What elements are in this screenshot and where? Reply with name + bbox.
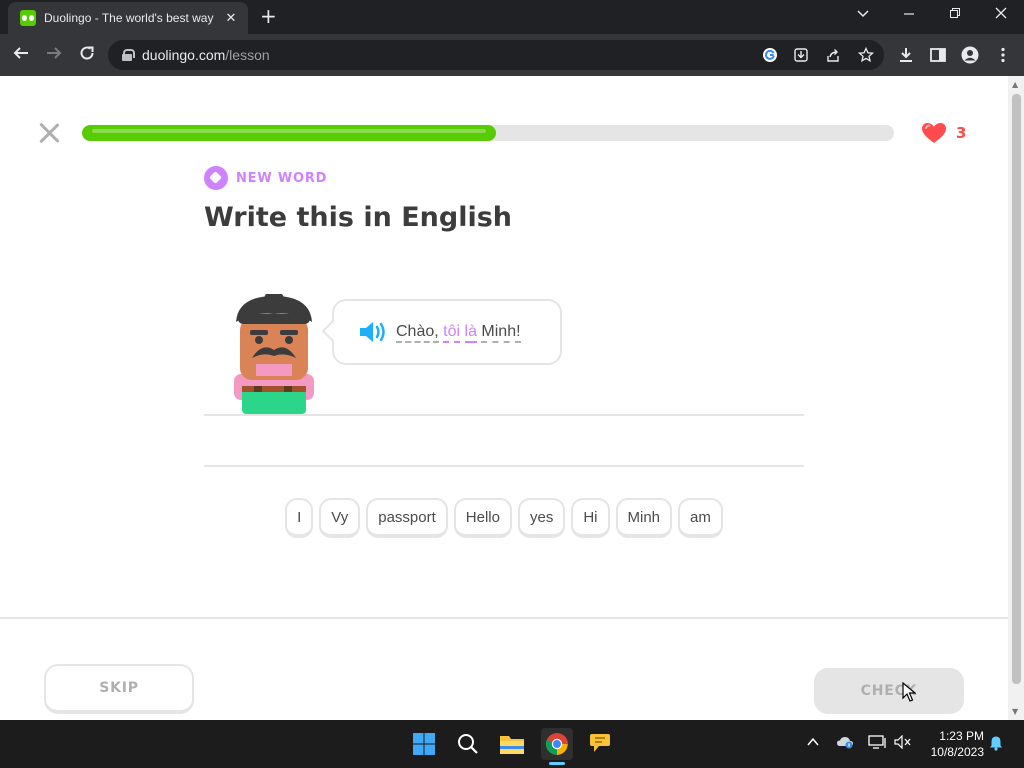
character-illustration (234, 294, 314, 414)
browser-tab[interactable]: Duolingo - The world's best way ✕ (8, 2, 248, 34)
lesson-progress-bar (82, 125, 894, 141)
prompt-speech-bubble: Chào, tôi là Minh! (332, 299, 562, 365)
check-button[interactable]: CHECK (814, 668, 964, 714)
heart-icon (922, 123, 946, 143)
word-bank-chip[interactable]: I (285, 498, 314, 538)
url-path: /lesson (225, 47, 270, 63)
browser-toolbar: duolingo.com /lesson (0, 34, 1024, 76)
word-bank-chip[interactable]: Hi (571, 498, 610, 538)
word-bank-chip[interactable]: yes (517, 498, 566, 538)
share-icon[interactable] (825, 47, 841, 67)
window-close-icon[interactable] (994, 6, 1008, 24)
url-host: duolingo.com (142, 47, 226, 63)
lesson-page: 3 NEW WORD Write this in English Chào, t… (0, 76, 1008, 720)
challenge-title: Write this in English (204, 202, 513, 233)
hearts-count: 3 (956, 124, 967, 142)
downloads-icon[interactable] (897, 46, 915, 68)
minimize-icon[interactable] (902, 6, 916, 24)
volume-muted-icon[interactable] (894, 734, 912, 753)
install-app-icon[interactable] (793, 47, 809, 67)
notification-bell-icon[interactable] (988, 735, 1004, 755)
menu-kebab-icon[interactable] (994, 46, 1012, 68)
answer-line-top (204, 414, 804, 416)
skip-button[interactable]: SKIP (44, 664, 194, 714)
sticky-notes-icon[interactable] (584, 728, 616, 760)
prompt-word[interactable]: Chào, (396, 323, 439, 343)
display-icon[interactable] (868, 735, 886, 753)
word-bank-chip[interactable]: Minh (615, 498, 673, 538)
footer-divider (0, 617, 1008, 619)
lesson-progress-fill (82, 125, 497, 141)
address-bar[interactable]: duolingo.com /lesson (108, 40, 884, 70)
taskbar-search-icon[interactable] (452, 728, 484, 760)
new-word-icon (204, 166, 228, 190)
word-bank: I Vy passport Hello yes Hi Minh am (0, 498, 1008, 538)
new-tab-button[interactable]: + (260, 6, 277, 26)
windows-taskbar: 1:23 PM 10/8/2023 (0, 720, 1024, 768)
scroll-up-icon[interactable]: ▲ (1012, 80, 1018, 89)
show-hidden-icons-icon[interactable] (806, 735, 820, 753)
onedrive-icon[interactable] (836, 735, 854, 753)
back-icon[interactable] (12, 44, 30, 67)
clock-time: 1:23 PM (939, 729, 984, 743)
google-lens-icon[interactable] (762, 47, 778, 67)
word-bank-chip[interactable]: am (678, 498, 723, 538)
chrome-taskbar-icon[interactable] (541, 728, 573, 760)
lock-icon[interactable] (122, 49, 135, 61)
prompt-sentence: Chào, tôi là Minh! (396, 323, 521, 343)
system-clock[interactable]: 1:23 PM 10/8/2023 (920, 728, 984, 760)
speaker-icon[interactable] (358, 320, 388, 344)
tab-search-icon[interactable] (856, 6, 870, 24)
side-panel-icon[interactable] (929, 46, 947, 68)
prompt-word[interactable]: tôi (443, 323, 461, 343)
restore-icon[interactable] (948, 6, 962, 24)
quit-lesson-close-icon[interactable] (38, 122, 60, 144)
active-app-indicator (549, 762, 565, 765)
duolingo-favicon-icon (20, 10, 36, 26)
answer-line-bottom (204, 465, 804, 467)
mouse-cursor-icon (902, 682, 916, 702)
profile-icon[interactable] (961, 46, 979, 68)
prompt-word[interactable]: là (464, 323, 477, 343)
scrollbar-thumb[interactable] (1012, 94, 1021, 684)
windows-start-icon[interactable] (408, 728, 440, 760)
reload-icon[interactable] (78, 44, 96, 67)
scroll-down-icon[interactable]: ▼ (1012, 707, 1018, 716)
new-word-label: NEW WORD (236, 170, 328, 186)
tab-close-icon[interactable]: ✕ (222, 11, 240, 26)
file-explorer-icon[interactable] (496, 728, 528, 760)
word-bank-chip[interactable]: Vy (319, 498, 361, 538)
new-word-badge: NEW WORD (204, 166, 327, 190)
page-scrollbar[interactable]: ▲ ▼ (1008, 76, 1024, 720)
forward-icon[interactable] (45, 44, 63, 67)
browser-tab-bar: Duolingo - The world's best way ✕ + (0, 0, 1024, 34)
prompt-word[interactable]: Minh! (481, 323, 521, 343)
word-bank-chip[interactable]: passport (366, 498, 448, 538)
word-bank-chip[interactable]: Hello (453, 498, 512, 538)
bookmark-star-icon[interactable] (857, 46, 875, 67)
clock-date: 10/8/2023 (930, 745, 984, 759)
tab-title: Duolingo - The world's best way (44, 11, 214, 25)
